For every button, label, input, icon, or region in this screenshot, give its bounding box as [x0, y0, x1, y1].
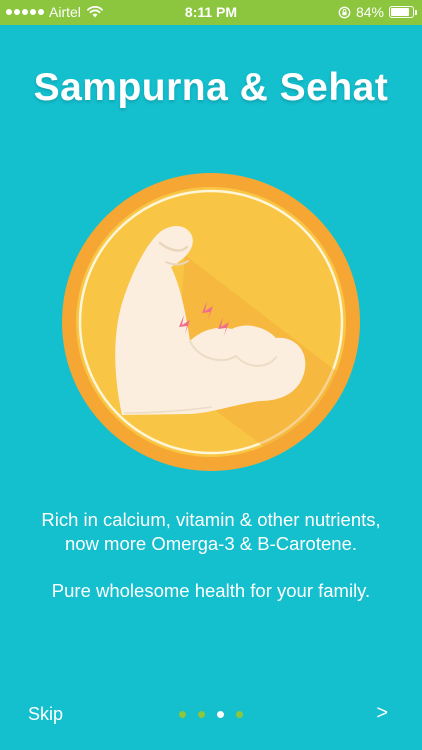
page-title: Sampurna & Sehat — [33, 66, 389, 109]
page-dot-1[interactable] — [179, 711, 186, 718]
description-line-2: now more Omerga-3 & B-Carotene. — [64, 533, 357, 554]
page-indicator — [0, 711, 422, 718]
page-dot-3[interactable] — [217, 711, 224, 718]
description-line-1: Rich in calcium, vitamin & other nutrien… — [41, 509, 381, 530]
battery-percent: 84% — [355, 4, 384, 20]
battery-fill — [391, 8, 409, 16]
next-button[interactable]: > — [376, 702, 388, 725]
description: Rich in calcium, vitamin & other nutrien… — [0, 508, 422, 556]
flexed-arm-icon — [62, 173, 360, 471]
tagline: Pure wholesome health for your family. — [51, 580, 371, 601]
status-right: 84% — [338, 4, 417, 20]
status-bar: Airtel 8:11 PM 84% — [0, 0, 422, 25]
rotation-lock-icon — [338, 6, 351, 18]
battery-icon — [389, 6, 417, 18]
page-dot-2[interactable] — [198, 711, 205, 718]
page-dot-4[interactable] — [236, 711, 243, 718]
